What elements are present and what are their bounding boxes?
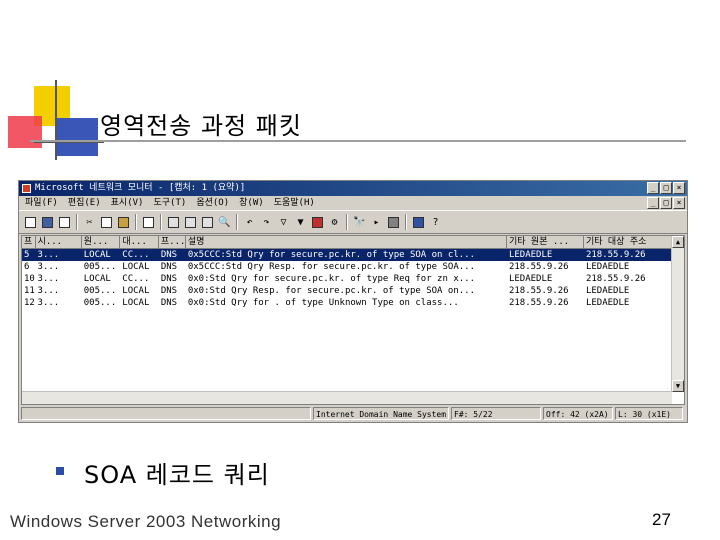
scroll-down-icon[interactable]: ▼ bbox=[672, 380, 684, 392]
child-restore-button[interactable]: □ bbox=[660, 197, 672, 209]
back-icon[interactable]: ↶ bbox=[242, 215, 257, 230]
col-dst[interactable]: 대... bbox=[120, 236, 159, 248]
menu-view[interactable]: 표시(V) bbox=[111, 196, 144, 210]
packet-list-header: 프 시... 원... 대... 프... 설명 기타 원본 ... 기타 대상… bbox=[22, 236, 684, 249]
col-frame[interactable]: 프 bbox=[22, 236, 36, 248]
scroll-up-icon[interactable]: ▲ bbox=[672, 236, 684, 248]
table-row[interactable]: 10 3... LOCAL CC... DNS 0x0:Std Qry for … bbox=[22, 273, 684, 285]
display-filter-icon[interactable]: ▼ bbox=[293, 215, 308, 230]
copy-icon[interactable] bbox=[99, 215, 114, 230]
child-close-button[interactable]: × bbox=[673, 197, 685, 209]
filter-icon[interactable]: ▽ bbox=[276, 215, 291, 230]
cut-icon[interactable]: ✂ bbox=[82, 215, 97, 230]
find-icon[interactable]: 🔭 bbox=[352, 215, 367, 230]
settings-icon[interactable]: ⚙ bbox=[327, 215, 342, 230]
menu-bar: 파일(F) 편집(E) 표시(V) 도구(T) 옵션(O) 창(W) 도움말(H… bbox=[19, 196, 687, 210]
find-next-icon[interactable]: ▸ bbox=[369, 215, 384, 230]
bullet-icon bbox=[56, 467, 64, 475]
status-offset: Off: 42 (x2A) bbox=[543, 407, 613, 420]
view-hex-icon[interactable] bbox=[200, 215, 215, 230]
logo-red-square bbox=[8, 116, 42, 148]
new-icon[interactable] bbox=[23, 215, 38, 230]
window-icon[interactable] bbox=[411, 215, 426, 230]
menu-window[interactable]: 창(W) bbox=[239, 196, 264, 210]
print-preview-icon[interactable] bbox=[141, 215, 156, 230]
help-button[interactable]: ? bbox=[428, 215, 443, 230]
col-time[interactable]: 시... bbox=[36, 236, 82, 248]
zoom-icon[interactable]: 🔍 bbox=[217, 215, 232, 230]
print-icon[interactable] bbox=[57, 215, 72, 230]
table-row[interactable]: 11 3... 005... LOCAL DNS 0x0:Std Qry Res… bbox=[22, 285, 684, 297]
slide-title: 영역전송 과정 패킷 bbox=[100, 112, 302, 140]
table-row[interactable]: 6 3... 005... LOCAL DNS 0x5CCC:Std Qry R… bbox=[22, 261, 684, 273]
stop-icon[interactable] bbox=[310, 215, 325, 230]
window-title: Microsoft 네트워크 모니터 - [캡처: 1 (요약)] bbox=[35, 183, 246, 193]
view-summary-icon[interactable] bbox=[166, 215, 181, 230]
menu-help[interactable]: 도움말(H) bbox=[274, 196, 315, 210]
app-icon bbox=[22, 184, 31, 193]
view-detail-icon[interactable] bbox=[183, 215, 198, 230]
col-src[interactable]: 원... bbox=[82, 236, 121, 248]
network-monitor-window: Microsoft 네트워크 모니터 - [캡처: 1 (요약)] _ □ × … bbox=[18, 180, 688, 423]
status-length: L: 30 (x1E) bbox=[615, 407, 683, 420]
page-number: 27 bbox=[652, 510, 671, 529]
address-db-icon[interactable] bbox=[386, 215, 401, 230]
menu-options[interactable]: 옵션(O) bbox=[196, 196, 229, 210]
horizontal-scrollbar[interactable] bbox=[22, 391, 672, 404]
maximize-button[interactable]: □ bbox=[660, 182, 672, 194]
status-frame: F#: 5/22 bbox=[451, 407, 541, 420]
slide-logo bbox=[8, 80, 104, 160]
save-icon[interactable] bbox=[40, 215, 55, 230]
forward-icon[interactable]: ↷ bbox=[259, 215, 274, 230]
menu-file[interactable]: 파일(F) bbox=[25, 196, 58, 210]
col-other-dst[interactable]: 기타 대상 주소 bbox=[584, 236, 684, 248]
window-titlebar: Microsoft 네트워크 모니터 - [캡처: 1 (요약)] _ □ × bbox=[19, 181, 687, 196]
status-bar: Internet Domain Name System Packet F#: 5… bbox=[21, 407, 685, 420]
col-description[interactable]: 설명 bbox=[186, 236, 507, 248]
close-button[interactable]: × bbox=[673, 182, 685, 194]
packet-list[interactable]: 프 시... 원... 대... 프... 설명 기타 원본 ... 기타 대상… bbox=[21, 235, 685, 405]
status-protocol: Internet Domain Name System Packet bbox=[313, 407, 449, 420]
table-row[interactable]: 12 3... 005... LOCAL DNS 0x0:Std Qry for… bbox=[22, 297, 684, 309]
vertical-scrollbar[interactable]: ▲ ▼ bbox=[671, 236, 684, 392]
menu-tools[interactable]: 도구(T) bbox=[153, 196, 186, 210]
col-protocol[interactable]: 프... bbox=[159, 236, 186, 248]
bullet-text: SOA 레코드 쿼리 bbox=[84, 461, 270, 489]
menu-edit[interactable]: 편집(E) bbox=[68, 196, 101, 210]
table-row[interactable]: 5 3... LOCAL CC... DNS 0x5CCC:Std Qry fo… bbox=[22, 249, 684, 261]
title-divider bbox=[30, 140, 686, 142]
minimize-button[interactable]: _ bbox=[647, 182, 659, 194]
slide-footer: Windows Server 2003 Networking bbox=[10, 512, 282, 531]
child-minimize-button[interactable]: _ bbox=[647, 197, 659, 209]
paste-icon[interactable] bbox=[116, 215, 131, 230]
logo-blue-square bbox=[56, 118, 98, 156]
col-other-src[interactable]: 기타 원본 ... bbox=[507, 236, 584, 248]
toolbar: ✂ 🔍 ↶ ↷ ▽ ▼ ⚙ 🔭 ▸ ? bbox=[19, 210, 687, 234]
